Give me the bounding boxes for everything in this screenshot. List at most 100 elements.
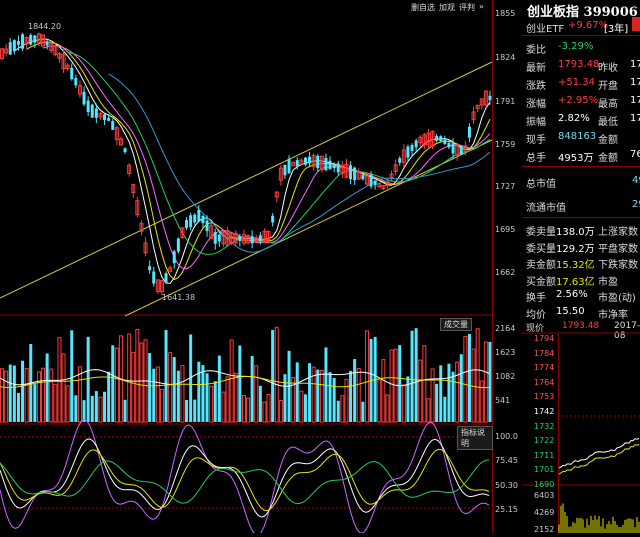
quote-value-2: 17 — [630, 77, 640, 88]
volume-bar-down — [410, 330, 414, 422]
candle-body-down — [189, 215, 193, 228]
volume-bar-down — [172, 357, 176, 422]
ma10-line — [26, 41, 491, 281]
candle-body-down — [287, 158, 291, 174]
chevron-icon[interactable]: » — [479, 2, 484, 12]
volume-bar-down — [328, 372, 332, 422]
volume-bar-down — [111, 345, 115, 422]
volume-bar-down — [451, 371, 455, 422]
volume-bar-up — [356, 367, 361, 423]
volume-bar-up — [381, 359, 386, 423]
indicator-panel-label[interactable]: 指标说明 — [457, 426, 493, 450]
low-price-label: 1641.38 — [162, 293, 196, 302]
kline-main-area[interactable]: 1844.20 1641.38 删自选 加观 评判 » 成交量 指标说明 — [0, 0, 493, 536]
candle-body-down — [90, 104, 94, 118]
candle-body-down — [33, 35, 37, 43]
quote-row: 涨幅 +2.95% 最高 17 — [522, 92, 640, 110]
stat-row: 委卖量 138.0万 上涨家数 — [522, 220, 640, 238]
quote-row: 现手 848163 金额 — [522, 128, 640, 146]
candle-body-down — [488, 95, 492, 101]
candle-body-down — [45, 41, 49, 46]
volume-bar-up — [422, 345, 427, 423]
volume-bar-up — [180, 365, 185, 423]
volume-bar-down — [308, 363, 312, 422]
volume-panel-label[interactable]: 成交量 — [440, 318, 472, 331]
volume-bar-up — [463, 336, 468, 423]
stat-row: 卖金额 15.32亿 下跌家数 — [522, 253, 640, 271]
candle-body-down — [205, 220, 209, 232]
volume-bar-down — [152, 368, 156, 422]
volume-bar-down — [148, 353, 152, 422]
delete-watchlist-button[interactable]: 删自选 — [411, 2, 435, 12]
intraday-price-tick: 1764 — [534, 377, 555, 387]
review-button[interactable]: 评判 — [459, 2, 475, 12]
volume-bar-down — [271, 329, 275, 422]
candle-body-down — [201, 215, 205, 224]
cap-value: 49 — [632, 175, 640, 186]
intraday-price-tick: 1753 — [534, 392, 555, 402]
volume-bar-down — [45, 353, 49, 422]
candle-body-down — [213, 232, 217, 244]
etf-row[interactable]: 创业ETF +9.67% [3年] — [522, 17, 640, 35]
candle-body-down — [336, 163, 340, 173]
volume-bar-down — [398, 345, 402, 422]
price-tick: 1855 — [495, 9, 516, 18]
volume-bar-up — [426, 398, 431, 423]
candle-body-down — [303, 157, 307, 165]
volume-bar-down — [21, 360, 25, 422]
candle-body-down — [406, 146, 410, 158]
volume-bar-up — [41, 367, 46, 423]
kline-svg[interactable] — [0, 0, 493, 536]
volume-bar-up — [77, 366, 82, 423]
quote-label-2: 金额 — [598, 135, 618, 146]
quote-label-2: 最高 — [598, 99, 618, 110]
quote-value: -3.29% — [558, 41, 594, 52]
quote-label: 现手 — [526, 135, 546, 146]
volume-tick: 1623 — [495, 348, 516, 357]
volume-bar-up — [340, 395, 345, 423]
quote-value-2: 17 — [630, 95, 640, 106]
volume-bar-down — [250, 355, 254, 422]
intraday-chart[interactable]: 现价 1793.48 2017-08 1794 1784 1774 1764 1753 1… — [522, 319, 640, 534]
candle-body-down — [308, 156, 312, 164]
candle-body-down — [185, 220, 189, 228]
volume-bar-up — [455, 361, 460, 423]
volume-bar-down — [107, 371, 111, 422]
volume-bar-down — [205, 373, 209, 422]
candle-body-down — [283, 164, 287, 176]
indicator-d-line — [0, 448, 490, 512]
quote-row: 最新 1793.48 昨收 17 — [522, 56, 640, 74]
volume-bar-down — [185, 399, 189, 422]
intraday-volume-tick: 6403 — [534, 491, 555, 500]
quote-row: 振幅 2.82% 最低 17 — [522, 110, 640, 128]
candle-body-down — [74, 78, 78, 86]
volume-bar-up — [344, 378, 349, 423]
volume-bar-up — [225, 376, 230, 423]
volume-bar-up — [262, 401, 267, 423]
volume-bar-down — [201, 365, 205, 422]
volume-bar-up — [229, 339, 234, 423]
candle-body-down — [414, 140, 418, 148]
add-watch-button[interactable]: 加观 — [439, 2, 455, 12]
ma60-line — [108, 73, 491, 253]
volume-bar-down — [332, 378, 336, 422]
volume-bar-up — [319, 370, 324, 423]
volume-bar-down — [353, 359, 357, 422]
volume-bar-down — [123, 399, 127, 422]
volume-bar-down — [103, 391, 107, 422]
candle-body-down — [398, 158, 402, 163]
volume-bar-up — [278, 400, 283, 423]
quote-value: 848163 — [558, 131, 597, 142]
float-cap-label: 流通市值 — [526, 203, 566, 214]
volume-bar-down — [316, 369, 320, 422]
quote-label-2: 金额 — [598, 153, 618, 164]
volume-bar-down — [467, 334, 471, 422]
quote-value: +51.34 — [558, 77, 596, 88]
candle-body-down — [459, 145, 463, 155]
volume-bar-up — [475, 328, 480, 423]
candle-body-down — [332, 164, 336, 168]
candle-body-down — [82, 91, 86, 105]
quote-label: 振幅 — [526, 117, 546, 128]
candle-body-down — [451, 143, 455, 154]
volume-bar-up — [61, 353, 66, 423]
